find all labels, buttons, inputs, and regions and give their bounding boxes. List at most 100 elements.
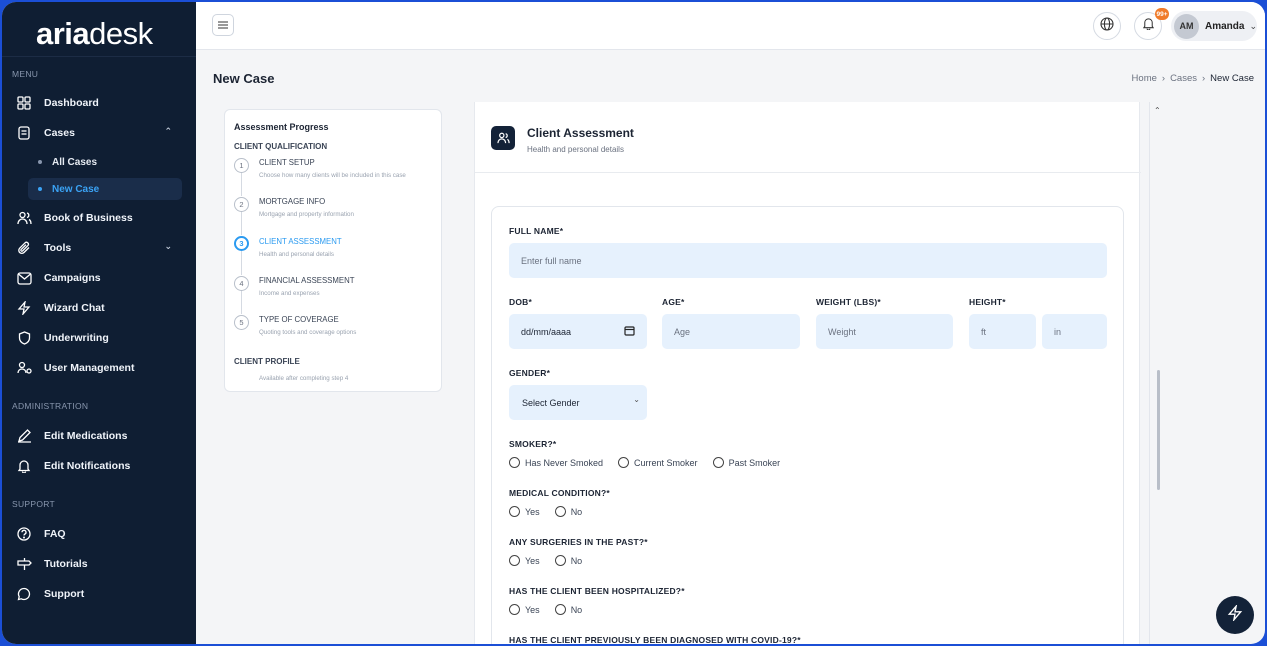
sidebar-item-dashboard[interactable]: Dashboard xyxy=(16,91,182,115)
radio-no[interactable]: No xyxy=(554,506,582,517)
dob-input[interactable]: dd/mm/aaaa xyxy=(509,314,647,349)
surgeries-label: ANY SURGERIES IN THE PAST?* xyxy=(509,537,648,547)
radio-label: No xyxy=(570,555,583,566)
sidebar-item-label: Tools xyxy=(44,242,72,254)
radio-label: Has Never Smoked xyxy=(525,457,604,468)
user-menu-button[interactable]: AM Amanda ⌄ xyxy=(1171,11,1257,41)
app-window: ariadesk MENU Dashboard Cases ⌃ All Case… xyxy=(2,2,1265,644)
height-feet-input[interactable]: ft xyxy=(969,314,1036,349)
language-button[interactable] xyxy=(1093,12,1121,40)
scrollbar[interactable] xyxy=(1157,370,1160,490)
hospitalized-label: HAS THE CLIENT BEEN HOSPITALIZED?* xyxy=(509,586,685,596)
sidebar-item-wizard-chat[interactable]: Wizard Chat xyxy=(16,296,182,320)
sidebar-item-label: Edit Notifications xyxy=(44,460,131,472)
radio-circle[interactable] xyxy=(509,457,520,468)
globe-icon xyxy=(1100,16,1114,36)
client-assessment-panel: Client Assessment Health and personal de… xyxy=(474,102,1141,644)
radio-past-smoker[interactable]: Past Smoker xyxy=(712,457,781,468)
sidebar-item-underwriting[interactable]: Underwriting xyxy=(16,326,182,350)
radio-circle[interactable] xyxy=(509,604,520,615)
users-icon xyxy=(491,126,515,150)
step-connector xyxy=(241,251,242,275)
sidebar-item-label: Tutorials xyxy=(44,558,88,570)
dob-label: DOB* xyxy=(509,297,532,307)
gender-select[interactable]: Select Gender ⌄ xyxy=(509,385,647,420)
radio-label: Current Smoker xyxy=(634,457,698,468)
hamburger-menu-button[interactable] xyxy=(212,14,234,36)
radio-circle[interactable] xyxy=(554,506,566,517)
bell-icon xyxy=(1142,17,1155,35)
menu-section-label: MENU xyxy=(12,69,39,79)
step-number-active: 3 xyxy=(234,236,249,251)
bell-icon xyxy=(16,458,32,474)
radio-yes[interactable]: Yes xyxy=(509,604,540,615)
radio-label: Past Smoker xyxy=(728,457,781,468)
sidebar-item-edit-notifications[interactable]: Edit Notifications xyxy=(16,454,182,478)
sidebar-item-cases[interactable]: Cases ⌃ xyxy=(16,121,182,145)
sidebar-subitem-all-cases[interactable]: All Cases xyxy=(28,151,182,173)
step-title-client-assessment[interactable]: CLIENT ASSESSMENT xyxy=(259,237,342,246)
sidebar-item-tools[interactable]: Tools ⌄ xyxy=(16,236,182,260)
full-name-label: FULL NAME* xyxy=(509,226,564,236)
breadcrumb-current: New Case xyxy=(1210,73,1254,84)
sidebar-item-label: All Cases xyxy=(52,156,98,168)
bullet-icon xyxy=(38,160,42,164)
sidebar-item-support[interactable]: Support xyxy=(16,582,182,606)
step-description: Choose how many clients will be included… xyxy=(259,172,406,179)
sidebar-item-edit-medications[interactable]: Edit Medications xyxy=(16,424,182,448)
step-connector xyxy=(241,211,242,235)
chevron-up-icon[interactable]: ⌃ xyxy=(1154,106,1161,115)
step-title-mortgage-info[interactable]: MORTGAGE INFO xyxy=(259,197,325,206)
user-manage-icon xyxy=(16,360,32,376)
page-title: New Case xyxy=(213,71,275,86)
document-icon xyxy=(16,125,32,141)
step-description: Income and expenses xyxy=(259,290,320,297)
sidebar-item-book-of-business[interactable]: Book of Business xyxy=(16,206,182,230)
gender-label: GENDER* xyxy=(509,368,551,378)
divider xyxy=(1149,102,1150,644)
quick-action-button[interactable] xyxy=(1216,596,1254,634)
breadcrumb-cases[interactable]: Cases xyxy=(1170,73,1197,84)
radio-circle[interactable] xyxy=(712,457,724,468)
sidebar-item-campaigns[interactable]: Campaigns xyxy=(16,266,182,290)
sidebar-item-tutorials[interactable]: Tutorials xyxy=(16,552,182,576)
sidebar-item-faq[interactable]: FAQ xyxy=(16,522,182,546)
paperclip-icon xyxy=(16,240,32,256)
sidebar-item-label: Edit Medications xyxy=(44,430,128,442)
full-name-input[interactable]: Enter full name xyxy=(509,243,1107,278)
radio-no[interactable]: No xyxy=(554,555,583,566)
chat-icon xyxy=(16,586,32,602)
sidebar-item-label: User Management xyxy=(44,362,135,374)
sidebar-item-user-management[interactable]: User Management xyxy=(16,356,182,380)
sidebar-item-label: New Case xyxy=(52,183,100,195)
radio-yes[interactable]: Yes xyxy=(509,555,540,566)
radio-circle[interactable] xyxy=(509,506,520,517)
step-description: Mortgage and property information xyxy=(259,211,354,218)
radio-circle[interactable] xyxy=(618,457,630,468)
radio-never-smoked[interactable]: Has Never Smoked xyxy=(509,457,603,468)
covid-label: HAS THE CLIENT PREVIOUSLY BEEN DIAGNOSED… xyxy=(509,635,801,644)
height-label: HEIGHT* xyxy=(969,297,1006,307)
weight-input[interactable]: Weight xyxy=(816,314,953,349)
radio-circle[interactable] xyxy=(509,555,520,566)
age-input[interactable]: Age xyxy=(662,314,800,349)
users-icon xyxy=(16,210,32,226)
logo: ariadesk xyxy=(36,16,153,51)
radio-current-smoker[interactable]: Current Smoker xyxy=(618,457,698,468)
radio-yes[interactable]: Yes xyxy=(509,506,540,517)
bullet-icon xyxy=(38,187,42,191)
step-title-type-of-coverage[interactable]: TYPE OF COVERAGE xyxy=(259,315,339,324)
gender-value: Select Gender xyxy=(522,397,580,408)
breadcrumb-home[interactable]: Home xyxy=(1132,73,1157,84)
radio-circle[interactable] xyxy=(554,604,566,615)
radio-circle[interactable] xyxy=(554,555,566,566)
step-title-financial-assessment[interactable]: FINANCIAL ASSESSMENT xyxy=(259,276,354,285)
calendar-icon[interactable] xyxy=(624,325,635,338)
sidebar-item-label: Dashboard xyxy=(44,97,99,109)
sidebar-subitem-new-case[interactable]: New Case xyxy=(28,178,182,200)
step-number: 1 xyxy=(234,158,249,173)
radio-no[interactable]: No xyxy=(554,604,582,615)
step-title-client-setup[interactable]: CLIENT SETUP xyxy=(259,158,315,167)
height-inches-input[interactable]: in xyxy=(1042,314,1107,349)
step-connector xyxy=(241,172,242,196)
